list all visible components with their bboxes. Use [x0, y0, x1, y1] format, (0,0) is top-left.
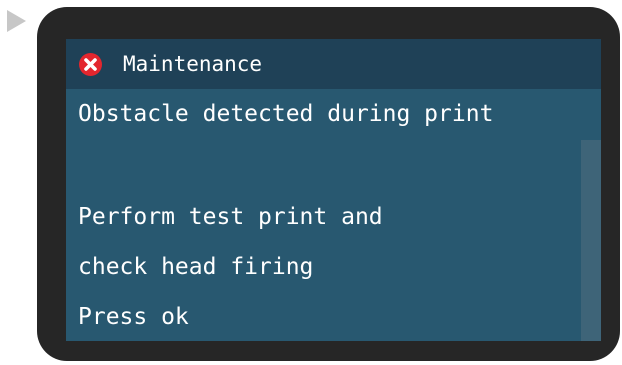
message-line-4: check head firing — [78, 254, 314, 280]
message-line-5: Press ok — [78, 304, 189, 330]
message-line-1: Obstacle detected during print — [78, 101, 494, 127]
error-icon — [79, 53, 102, 76]
page: Maintenance Obstacle detected during pri… — [0, 0, 622, 365]
title-bar: Maintenance — [66, 39, 601, 89]
message-line-3: Perform test print and — [78, 204, 383, 230]
pointer-arrow-icon — [7, 10, 26, 32]
dialog-title: Maintenance — [123, 52, 263, 76]
scrollbar[interactable] — [581, 140, 601, 341]
display-screen: Maintenance Obstacle detected during pri… — [66, 39, 601, 341]
